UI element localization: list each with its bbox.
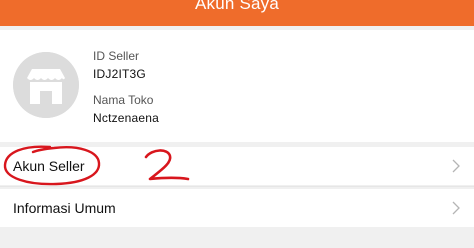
- store-icon: [13, 52, 79, 118]
- seller-id-label: ID Seller: [93, 49, 140, 63]
- shop-name-value: Nctzenaena: [93, 111, 160, 125]
- seller-id-value: IDJ2IT3G: [93, 67, 146, 81]
- menu-item-informasi-umum[interactable]: Informasi Umum: [0, 189, 474, 227]
- chevron-right-icon: [452, 159, 460, 173]
- shop-name-label: Nama Toko: [93, 93, 154, 107]
- divider: [0, 186, 474, 187]
- seller-profile-card: ID Seller IDJ2IT3G Nama Toko Nctzenaena: [0, 30, 474, 142]
- page-title: Akun Saya: [194, 0, 280, 13]
- menu-item-label: Informasi Umum: [13, 200, 116, 216]
- chevron-right-icon: [452, 201, 460, 215]
- menu-item-akun-seller[interactable]: Akun Seller: [0, 147, 474, 185]
- menu-item-label: Akun Seller: [13, 158, 85, 174]
- app-header: Akun Saya: [0, 0, 474, 26]
